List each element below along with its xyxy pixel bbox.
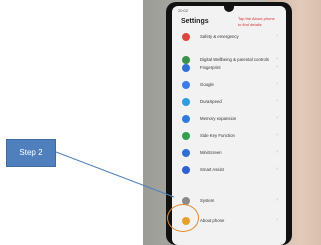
settings-item-label: System	[200, 198, 215, 203]
chevron-right-icon: ›	[276, 115, 278, 121]
chevron-right-icon: ›	[276, 33, 278, 39]
settings-item-label: Google	[200, 82, 214, 87]
settings-item-icon	[182, 64, 190, 72]
about-phone-highlight	[167, 204, 199, 232]
chevron-right-icon: ›	[276, 64, 278, 70]
settings-item-label: Fingerprint	[200, 65, 221, 70]
settings-item-label: MiniScreen	[200, 150, 222, 155]
settings-item-icon	[182, 98, 190, 106]
settings-item[interactable]: Smart Assist ›	[172, 163, 286, 179]
chevron-right-icon: ›	[276, 132, 278, 138]
settings-item-label: Memory expansion	[200, 116, 237, 121]
step-callout: Step 2	[6, 139, 56, 167]
settings-item[interactable]: Side Key Function ›	[172, 129, 286, 145]
settings-item-icon	[182, 81, 190, 89]
chevron-right-icon: ›	[276, 166, 278, 172]
settings-item-label: DuraSpeed	[200, 99, 222, 104]
annotation-note: Tap the About phone to find details	[238, 16, 284, 28]
chevron-right-icon: ›	[276, 149, 278, 155]
settings-item-icon	[182, 132, 190, 140]
settings-item[interactable]: MiniScreen ›	[172, 146, 286, 162]
settings-item[interactable]: Memory expansion ›	[172, 112, 286, 128]
chevron-right-icon: ›	[276, 217, 278, 223]
settings-item[interactable]: DuraSpeed ›	[172, 95, 286, 111]
chevron-right-icon: ›	[276, 81, 278, 87]
settings-item[interactable]: Google ›	[172, 78, 286, 94]
chevron-right-icon: ›	[276, 98, 278, 104]
phone-photo: 20:02 Settings Tap the About phone to fi…	[0, 0, 321, 245]
settings-item[interactable]: Safety & emergency ›	[172, 30, 286, 46]
settings-item-icon	[182, 149, 190, 157]
settings-item-icon	[182, 115, 190, 123]
annotation-note-line: to find details	[238, 22, 262, 27]
settings-item-icon	[182, 166, 190, 174]
chevron-right-icon: ›	[276, 197, 278, 203]
settings-item[interactable]: Fingerprint ›	[172, 61, 286, 77]
settings-item-label: About phone	[200, 218, 225, 223]
settings-title: Settings	[181, 18, 209, 25]
settings-item-icon	[182, 33, 190, 41]
settings-item-label: Smart Assist	[200, 167, 224, 172]
settings-item-label: Side Key Function	[200, 133, 235, 138]
settings-item-label: Safety & emergency	[200, 34, 239, 39]
